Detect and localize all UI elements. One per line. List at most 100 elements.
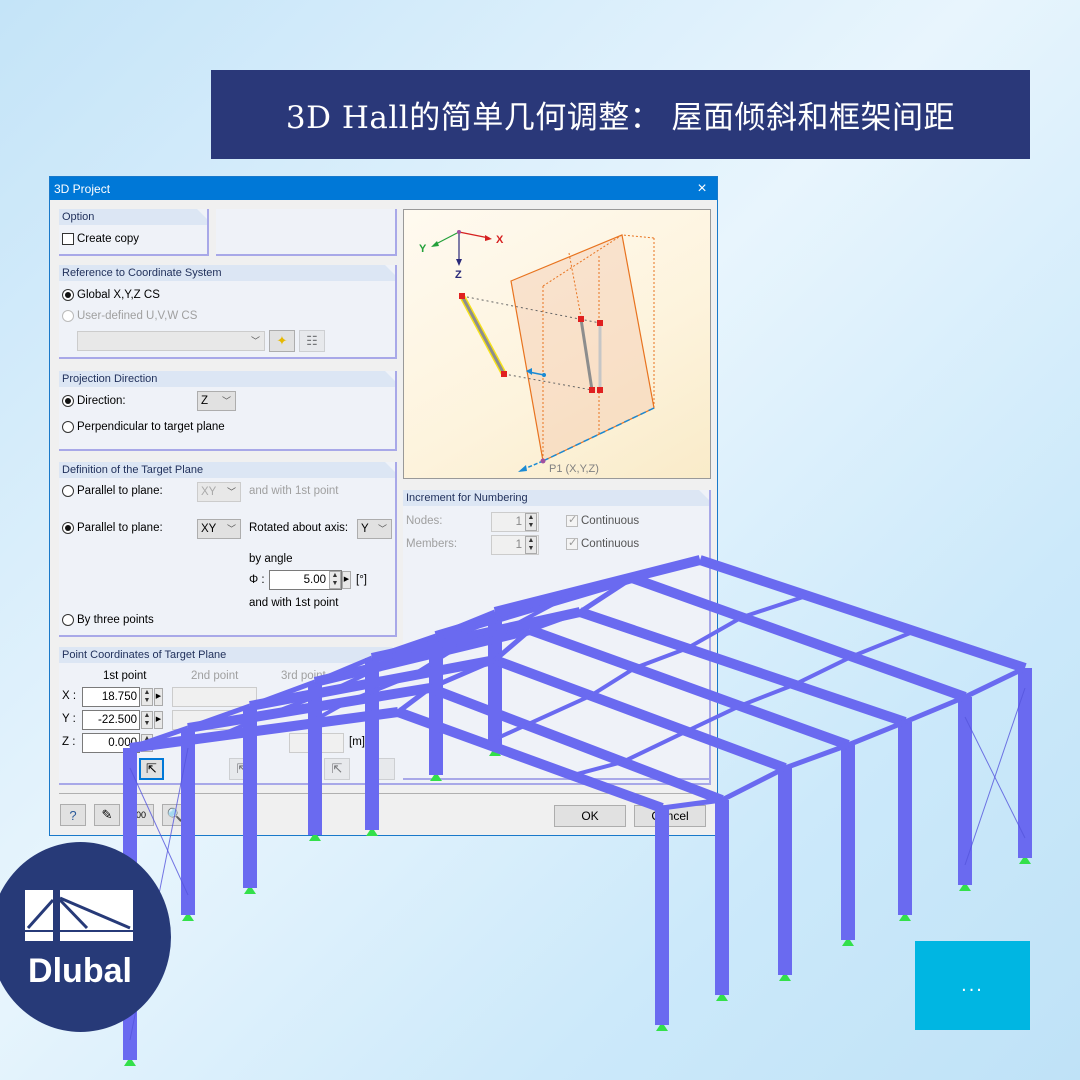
projection-direction-group: Projection Direction Direction: Z ﹀ Perp… xyxy=(59,371,397,451)
edit-cs-button[interactable]: ☷ xyxy=(299,330,325,352)
parallel-plane-select-1[interactable]: XY ﹀ xyxy=(197,482,241,502)
support-icon xyxy=(124,1060,136,1066)
phi-spinner[interactable]: ▲ ▼ xyxy=(329,571,341,589)
coordinate-system-group: Reference to Coordinate System Global X,… xyxy=(59,265,397,359)
support-icon xyxy=(716,995,728,1001)
z-first-input[interactable]: 0.000 xyxy=(82,733,140,753)
more-dots-icon: ... xyxy=(961,974,984,996)
projection-heading: Projection Direction xyxy=(59,371,395,387)
three-points-radio[interactable] xyxy=(62,614,74,626)
x-first-arrow[interactable]: ▶ xyxy=(154,688,163,706)
nodes-continuous[interactable]: Continuous xyxy=(566,513,640,527)
user-cs-option[interactable]: User-defined U,V,W CS xyxy=(62,310,197,322)
y-first-arrow[interactable]: ▶ xyxy=(154,711,163,729)
support-icon xyxy=(899,915,911,921)
point-coords-heading: Point Coordinates of Target Plane xyxy=(59,647,402,663)
ok-button[interactable]: OK xyxy=(554,805,626,827)
perpendicular-radio[interactable] xyxy=(62,421,74,433)
target-plane-group: Definition of the Target Plane Parallel … xyxy=(59,462,397,637)
pick-point-3-button[interactable]: ⇱ xyxy=(324,758,350,780)
phi-unit: [°] xyxy=(356,574,367,586)
y-first-spinner[interactable]: ▲ ▼ xyxy=(141,711,153,729)
perpendicular-option[interactable]: Perpendicular to target plane xyxy=(62,421,225,433)
footer-divider xyxy=(59,793,708,794)
support-icon xyxy=(656,1025,668,1031)
nodes-spinner[interactable]: ▲ ▼ xyxy=(525,513,537,531)
direction-option[interactable]: Direction: xyxy=(62,395,126,407)
user-cs-label: User-defined U,V,W CS xyxy=(77,310,198,322)
global-cs-radio[interactable] xyxy=(62,289,74,301)
parallel-plane-label-1: Parallel to plane: xyxy=(77,485,163,497)
pick-point-2-button[interactable]: ⇱ xyxy=(229,758,255,780)
user-cs-radio[interactable] xyxy=(62,310,74,322)
project-3d-dialog: 3D Project × Option Create copy Referenc… xyxy=(49,176,718,836)
purlin xyxy=(741,593,808,620)
axis-y-label: Y xyxy=(419,243,427,255)
pick-cursor-icon: ⇱ xyxy=(236,761,248,776)
x-label: X : xyxy=(62,690,77,702)
nodes-label: Nodes: xyxy=(406,515,443,527)
parallel-plane-option-2[interactable]: Parallel to plane: xyxy=(62,522,163,534)
phi-arrow-button[interactable]: ▶ xyxy=(342,571,351,589)
nodes-continuous-checkbox[interactable] xyxy=(566,513,578,527)
nodes-continuous-label: Continuous xyxy=(581,515,640,527)
edit-button[interactable]: ✎ xyxy=(94,804,120,826)
parallel-plane-option-1[interactable]: Parallel to plane: xyxy=(62,485,163,497)
direction-radio[interactable] xyxy=(62,395,74,407)
x-second-input[interactable] xyxy=(172,687,257,707)
option-heading: Option xyxy=(59,209,207,225)
rotation-axis-select[interactable]: Y ﹀ xyxy=(357,519,392,539)
create-copy-label: Create copy xyxy=(77,233,140,245)
help-icon: ? xyxy=(69,807,77,823)
axis-z-label: Z xyxy=(455,269,462,281)
x-first-spinner[interactable]: ▲ ▼ xyxy=(141,688,153,706)
z-label: Z : xyxy=(62,736,76,748)
logo-text: Dlubal xyxy=(28,952,132,990)
global-cs-label: Global X,Y,Z CS xyxy=(77,289,160,301)
three-points-option[interactable]: By three points xyxy=(62,614,154,626)
members-spinner[interactable]: ▲ ▼ xyxy=(525,536,537,554)
support-icon xyxy=(244,888,256,894)
members-continuous[interactable]: Continuous xyxy=(566,536,639,550)
support-icon xyxy=(182,915,194,921)
members-continuous-checkbox[interactable] xyxy=(566,536,578,550)
more-button[interactable]: ... xyxy=(915,941,1030,1030)
create-copy-checkbox[interactable] xyxy=(62,233,74,245)
members-label: Members: xyxy=(406,538,458,550)
user-cs-select[interactable]: ﹀ xyxy=(77,331,265,351)
pick-cursor-icon: ⇱ xyxy=(146,761,157,776)
title-banner: 3D Hall的简单几何调整： 屋面倾斜和框架间距 xyxy=(211,70,1030,159)
info-button[interactable]: 🔍 xyxy=(162,804,188,826)
pick-plane-button[interactable] xyxy=(369,758,395,780)
y-first-input[interactable]: -22.500 xyxy=(82,710,140,730)
chevron-down-icon: ﹀ xyxy=(221,396,231,406)
col-header-1st: 1st point xyxy=(103,670,147,682)
parallel-plane-radio-1[interactable] xyxy=(62,485,74,497)
new-cs-button[interactable]: ✦ xyxy=(269,330,295,352)
empty-group xyxy=(216,209,397,256)
option-group: Option Create copy xyxy=(59,209,209,256)
cancel-button[interactable]: Cancel xyxy=(634,805,706,827)
target-plane-heading: Definition of the Target Plane xyxy=(59,462,395,478)
coord-heading: Reference to Coordinate System xyxy=(59,265,395,281)
pick-point-1-button[interactable]: ⇱ xyxy=(139,758,164,780)
x-first-input[interactable]: 18.750 xyxy=(82,687,140,707)
new-window-icon: ✦ xyxy=(276,333,288,348)
y-label: Y : xyxy=(62,713,76,725)
parallel-plane-radio-2[interactable] xyxy=(62,522,74,534)
phi-label: Φ : xyxy=(249,574,265,586)
units-button[interactable]: 00 xyxy=(128,804,154,826)
eave-beam xyxy=(963,665,1027,700)
z-first-spinner[interactable]: ▲ ▼ xyxy=(141,734,153,752)
global-cs-option[interactable]: Global X,Y,Z CS xyxy=(62,289,160,301)
chevron-down-icon: ﹀ xyxy=(226,524,236,534)
chevron-down-icon: ﹀ xyxy=(250,336,260,346)
z-third-input[interactable] xyxy=(289,733,344,753)
parallel-plane-select-2[interactable]: XY ﹀ xyxy=(197,519,241,539)
y-second-input[interactable] xyxy=(172,710,257,730)
direction-select[interactable]: Z ﹀ xyxy=(197,391,236,411)
close-icon[interactable]: × xyxy=(687,177,717,200)
help-button[interactable]: ? xyxy=(60,804,86,826)
dialog-titlebar[interactable]: 3D Project × xyxy=(50,177,717,200)
dialog-title: 3D Project xyxy=(54,181,111,196)
